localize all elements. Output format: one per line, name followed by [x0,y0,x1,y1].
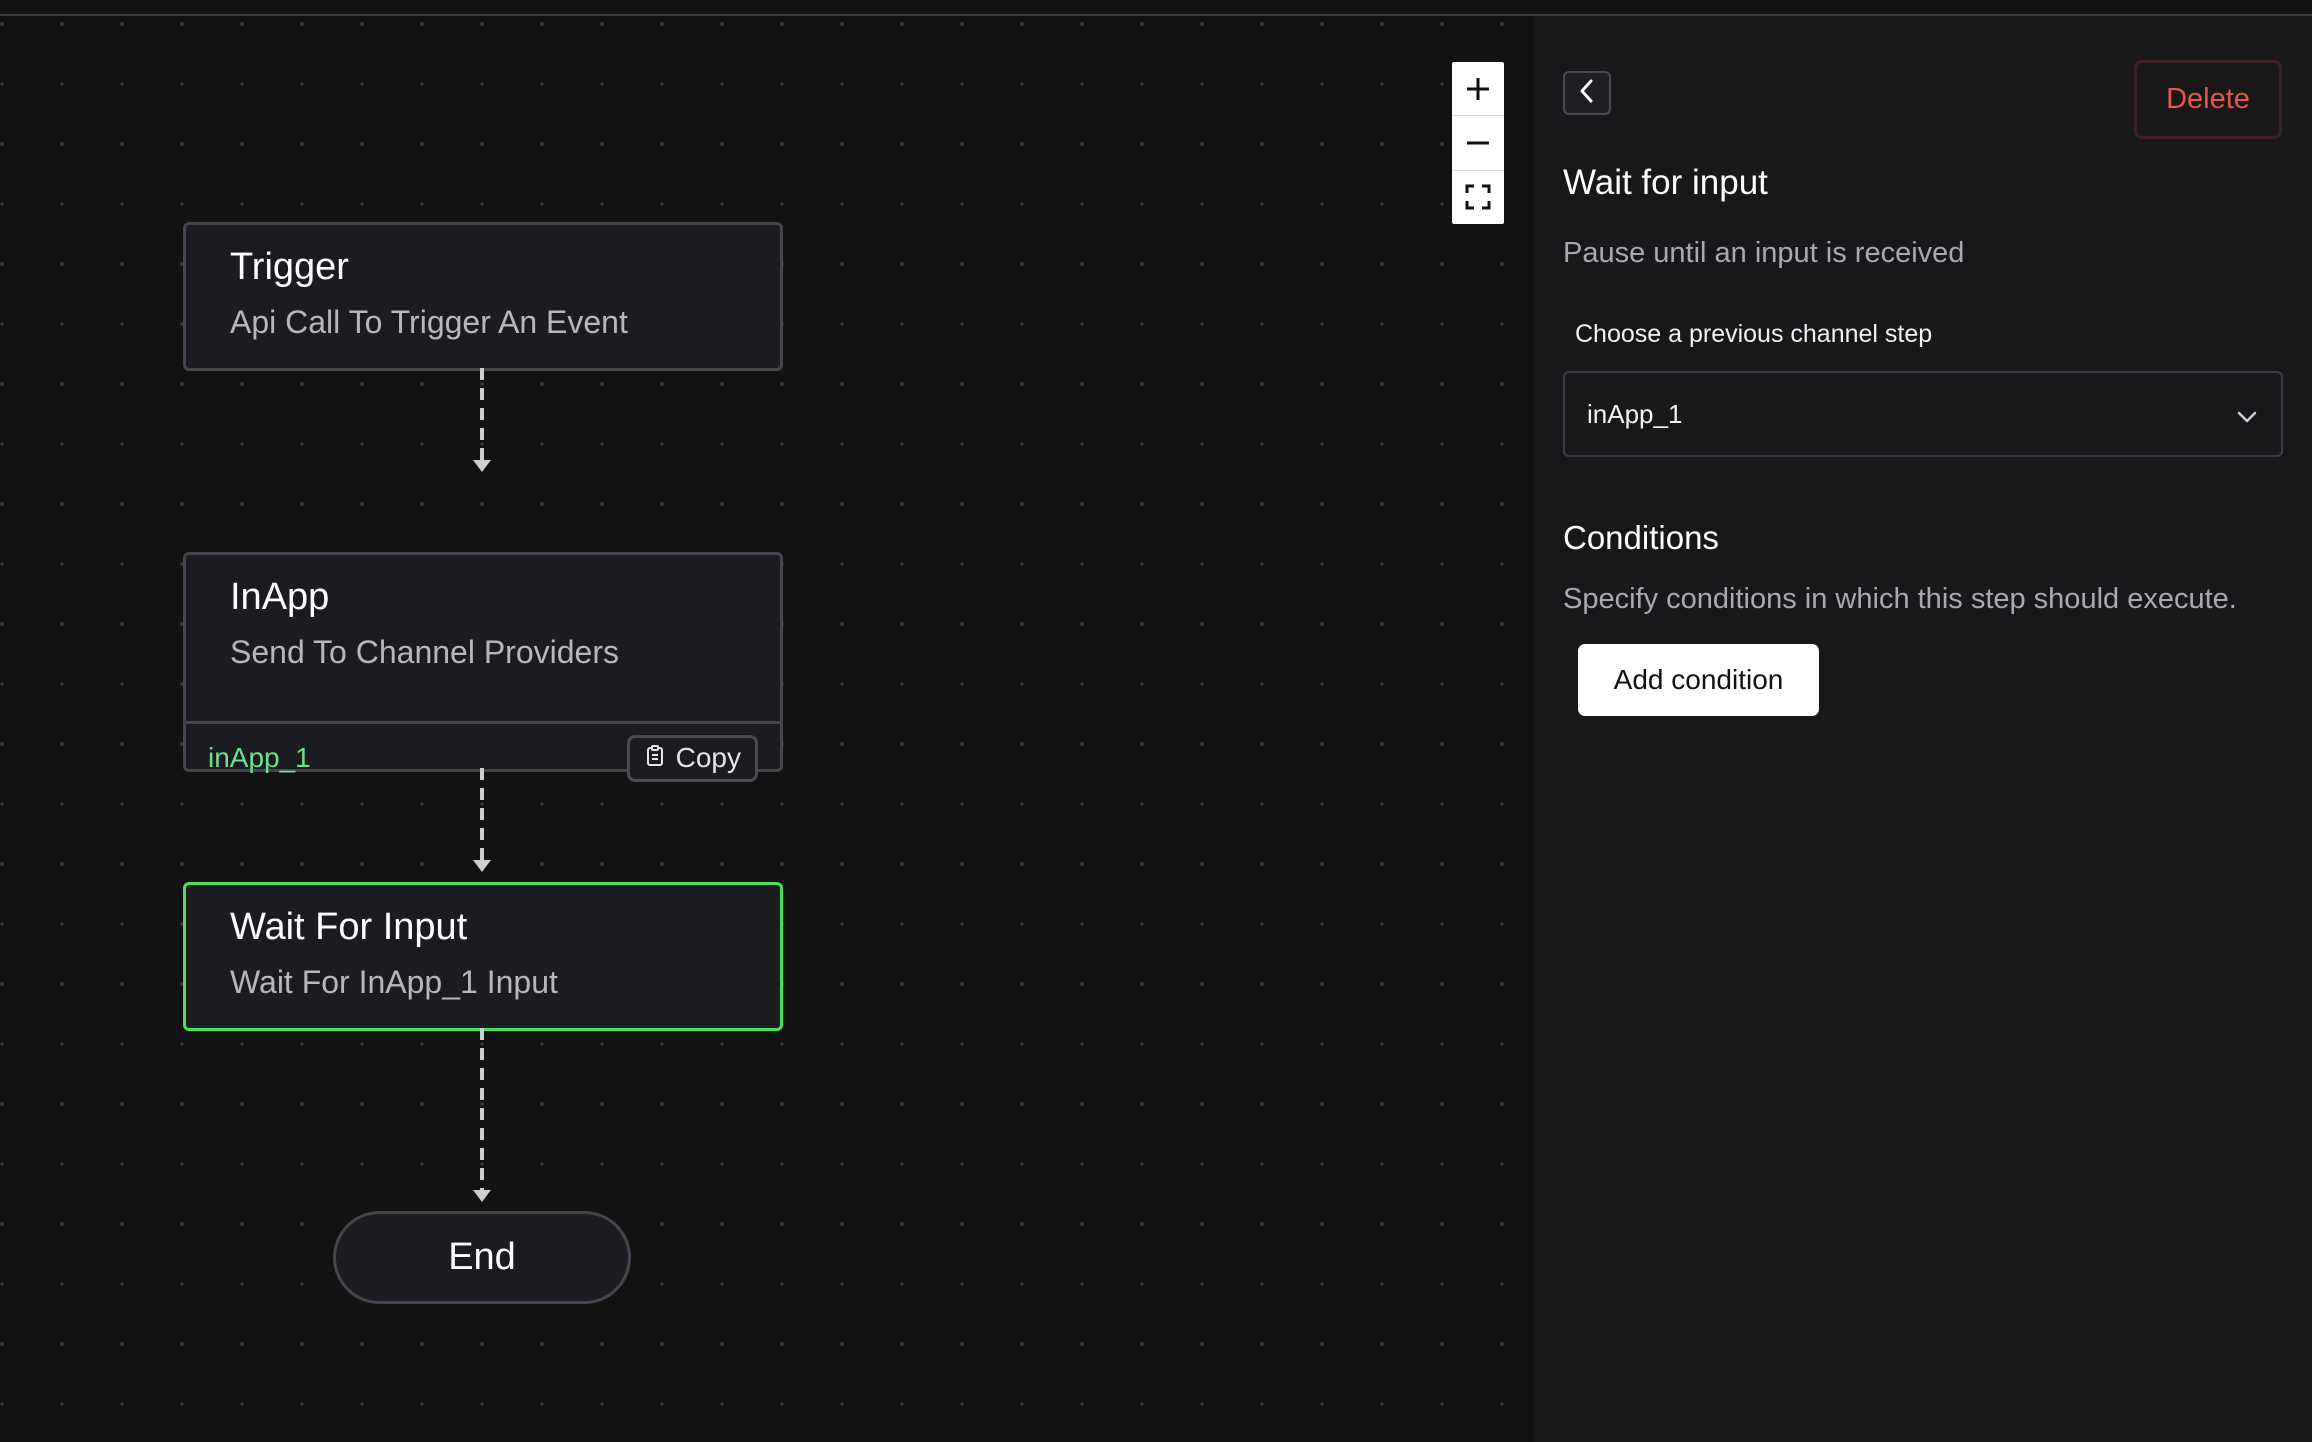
node-title: InApp [230,576,330,618]
delete-button[interactable]: Delete [2134,60,2282,139]
zoom-in-icon[interactable] [1452,62,1504,117]
chevron-down-icon [2237,399,2257,430]
channel-step-label: Choose a previous channel step [1575,320,1933,348]
step-sidebar: Delete Wait for input Pause until an inp… [1533,16,2312,1442]
add-condition-button[interactable]: Add condition [1578,644,1819,716]
trigger-node[interactable]: Trigger Api Call To Trigger An Event [183,222,783,371]
top-divider [0,0,2312,16]
copy-button[interactable]: Copy [626,734,758,782]
edge-connector [480,368,484,460]
zoom-out-icon[interactable] [1452,116,1504,171]
arrow-down-icon [473,460,491,472]
wait-for-input-node[interactable]: Wait For Input Wait For InApp_1 Input [183,882,783,1031]
node-subtitle: Api Call To Trigger An Event [230,304,628,340]
node-title: Trigger [230,246,349,288]
step-id: inApp_1 [208,742,311,773]
chevron-left-icon [1578,78,1596,109]
step-description: Pause until an input is received [1563,237,1965,269]
copy-label: Copy [675,742,741,773]
node-subtitle: Send To Channel Providers [230,634,619,670]
fit-view-icon[interactable] [1452,171,1504,224]
select-value: inApp_1 [1587,398,1683,429]
end-node[interactable]: End [333,1211,631,1304]
back-button[interactable] [1563,71,1611,115]
inapp-node[interactable]: InApp Send To Channel Providers inApp_1 … [183,552,783,782]
clipboard-icon [646,742,664,774]
conditions-title: Conditions [1563,519,1719,556]
conditions-description: Specify conditions in which this step sh… [1563,583,2237,615]
workflow-canvas[interactable]: Trigger Api Call To Trigger An Event InA… [0,16,1533,1442]
node-body: InApp Send To Channel Providers [186,575,780,721]
step-title: Wait for input [1563,163,1768,202]
zoom-controls [1452,62,1504,224]
end-label: End [448,1236,516,1278]
arrow-down-icon [473,860,491,872]
node-subtitle: Wait For InApp_1 Input [230,964,558,1000]
node-title: Wait For Input [230,906,468,948]
arrow-down-icon [473,1190,491,1202]
edge-connector [480,1028,484,1190]
edge-connector [480,768,484,860]
channel-step-select[interactable]: inApp_1 [1563,371,2283,457]
